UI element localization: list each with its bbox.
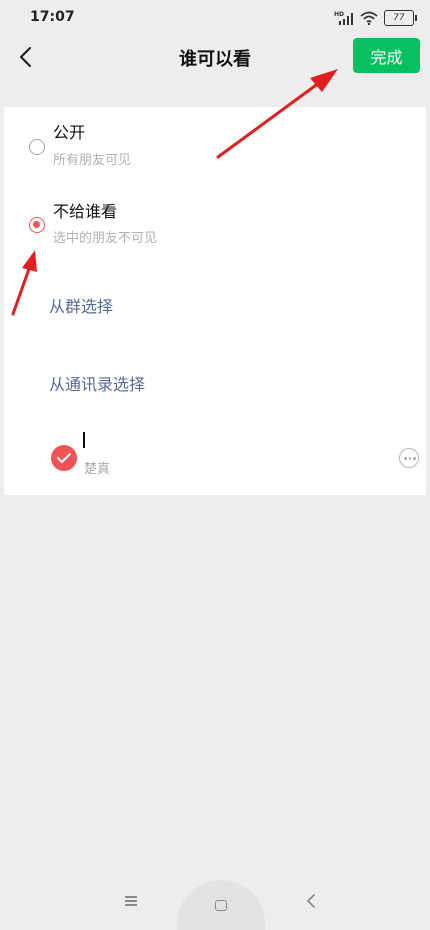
status-bar: 17:07 HD 77 bbox=[0, 0, 430, 36]
radio-hide-from[interactable] bbox=[29, 217, 45, 233]
home-square-icon bbox=[215, 900, 227, 911]
checkmark-icon bbox=[57, 453, 71, 463]
radio-public[interactable] bbox=[29, 139, 45, 155]
option-hide-from-subtitle: 选中的朋友不可见 bbox=[53, 231, 158, 246]
status-time: 17:07 bbox=[30, 9, 75, 25]
contact-checked-badge[interactable] bbox=[51, 445, 77, 471]
menu-icon[interactable] bbox=[125, 896, 137, 908]
visibility-options-card: 公开 所有朋友可见 不给谁看 选中的朋友不可见 从群选择 从通讯录选择 楚真 bbox=[4, 107, 426, 495]
text-cursor bbox=[83, 432, 85, 448]
wifi-icon bbox=[360, 11, 378, 25]
contact-name: 楚真 bbox=[84, 462, 111, 477]
select-from-group-link[interactable]: 从群选择 bbox=[49, 293, 113, 317]
option-public-title: 公开 bbox=[53, 123, 86, 142]
signal-icon: HD bbox=[334, 11, 353, 25]
nav-home-button[interactable] bbox=[177, 880, 265, 930]
battery-icon: 77 bbox=[384, 10, 417, 26]
option-public-subtitle: 所有朋友可见 bbox=[53, 153, 132, 168]
system-nav-bar bbox=[0, 870, 430, 930]
status-icons: HD 77 bbox=[334, 8, 417, 28]
done-button[interactable]: 完成 bbox=[353, 38, 420, 73]
select-from-contacts-link[interactable]: 从通讯录选择 bbox=[49, 371, 145, 395]
option-hide-from-title: 不给谁看 bbox=[53, 202, 118, 221]
network-type-label: HD bbox=[334, 11, 344, 18]
more-circle-icon[interactable] bbox=[399, 448, 419, 468]
nav-back-icon[interactable] bbox=[304, 892, 318, 910]
header: 谁可以看 完成 bbox=[0, 36, 430, 92]
